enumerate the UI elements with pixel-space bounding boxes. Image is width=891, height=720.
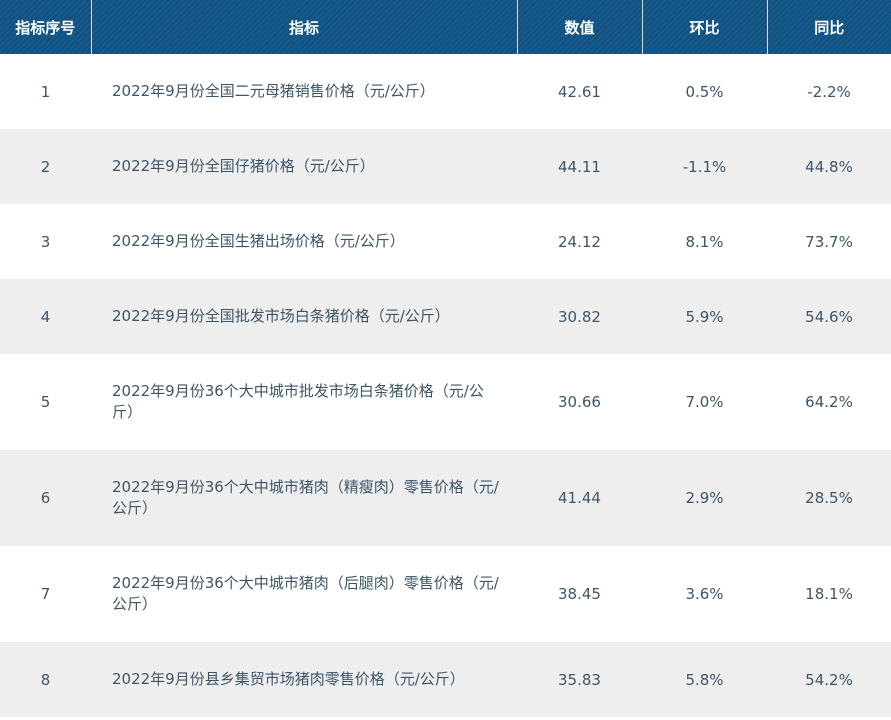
table-row: 4 2022年9月份全国批发市场白条猪价格（元/公斤） 30.82 5.9% 5… bbox=[0, 279, 891, 354]
row-yoy: 54.2% bbox=[767, 642, 891, 717]
row-value: 30.66 bbox=[558, 393, 601, 411]
row-value: 44.11 bbox=[517, 129, 642, 204]
table-row: 3 2022年9月份全国生猪出场价格（元/公斤） 24.12 8.1% 73.7… bbox=[0, 204, 891, 279]
row-mom: 3.6% bbox=[685, 585, 724, 603]
table-row: 1 2022年9月份全国二元母猪销售价格（元/公斤） 42.61 0.5% -2… bbox=[0, 54, 891, 129]
header-index: 指标序号 bbox=[0, 0, 91, 54]
table-row: 8 2022年9月份县乡集贸市场猪肉零售价格（元/公斤） 35.83 5.8% … bbox=[0, 642, 891, 717]
row-indicator: 2022年9月份36个大中城市批发市场白条猪价格（元/公斤） bbox=[112, 382, 484, 421]
row-value: 35.83 bbox=[517, 642, 642, 717]
row-mom: 5.8% bbox=[642, 642, 767, 717]
table-header-row: 指标序号 指标 数值 环比 同比 bbox=[0, 0, 891, 54]
row-index: 7 bbox=[40, 585, 51, 603]
row-yoy: 64.2% bbox=[805, 393, 853, 411]
header-year-on-year: 同比 bbox=[766, 0, 891, 54]
header-value: 数值 bbox=[516, 0, 642, 54]
row-value: 38.45 bbox=[558, 585, 601, 603]
row-yoy: 54.6% bbox=[767, 279, 891, 354]
table-row: 7 2022年9月份36个大中城市猪肉（后腿肉）零售价格（元/公斤） 38.45… bbox=[0, 546, 891, 642]
row-mom: 2.9% bbox=[642, 450, 767, 546]
row-index: 6 bbox=[0, 450, 91, 546]
row-mom: 7.0% bbox=[685, 393, 724, 411]
row-indicator: 2022年9月份县乡集贸市场猪肉零售价格（元/公斤） bbox=[91, 642, 517, 717]
header-indicator: 指标 bbox=[90, 0, 517, 54]
row-indicator: 2022年9月份全国二元母猪销售价格（元/公斤） bbox=[112, 82, 435, 100]
row-indicator: 2022年9月份36个大中城市猪肉（精瘦肉）零售价格（元/公斤） bbox=[91, 450, 517, 546]
row-index: 2 bbox=[0, 129, 91, 204]
row-yoy: 44.8% bbox=[767, 129, 891, 204]
row-index: 5 bbox=[40, 393, 51, 411]
price-index-table: 指标序号 指标 数值 环比 同比 1 2022年9月份全国二元母猪销售价格（元/… bbox=[0, 0, 891, 717]
row-value: 30.82 bbox=[517, 279, 642, 354]
row-mom: 8.1% bbox=[685, 232, 724, 251]
row-value: 24.12 bbox=[558, 232, 601, 251]
row-mom: 0.5% bbox=[685, 82, 724, 101]
row-index: 1 bbox=[40, 82, 51, 101]
row-mom: 5.9% bbox=[642, 279, 767, 354]
row-value: 42.61 bbox=[558, 82, 601, 101]
row-mom: -1.1% bbox=[642, 129, 767, 204]
table-row: 6 2022年9月份36个大中城市猪肉（精瘦肉）零售价格（元/公斤） 41.44… bbox=[0, 450, 891, 546]
row-yoy: -2.2% bbox=[807, 82, 851, 101]
row-yoy: 28.5% bbox=[767, 450, 891, 546]
row-indicator: 2022年9月份36个大中城市猪肉（后腿肉）零售价格（元/公斤） bbox=[112, 574, 499, 613]
row-index: 3 bbox=[40, 232, 51, 251]
row-value: 41.44 bbox=[517, 450, 642, 546]
row-index: 8 bbox=[0, 642, 91, 717]
table-row: 5 2022年9月份36个大中城市批发市场白条猪价格（元/公斤） 30.66 7… bbox=[0, 354, 891, 450]
row-indicator: 2022年9月份全国仔猪价格（元/公斤） bbox=[91, 129, 517, 204]
row-yoy: 18.1% bbox=[805, 585, 853, 603]
table-row: 2 2022年9月份全国仔猪价格（元/公斤） 44.11 -1.1% 44.8% bbox=[0, 129, 891, 204]
header-month-on-month: 环比 bbox=[641, 0, 767, 54]
row-indicator: 2022年9月份全国生猪出场价格（元/公斤） bbox=[112, 232, 405, 250]
row-yoy: 73.7% bbox=[805, 232, 853, 251]
row-index: 4 bbox=[0, 279, 91, 354]
row-indicator: 2022年9月份全国批发市场白条猪价格（元/公斤） bbox=[91, 279, 517, 354]
